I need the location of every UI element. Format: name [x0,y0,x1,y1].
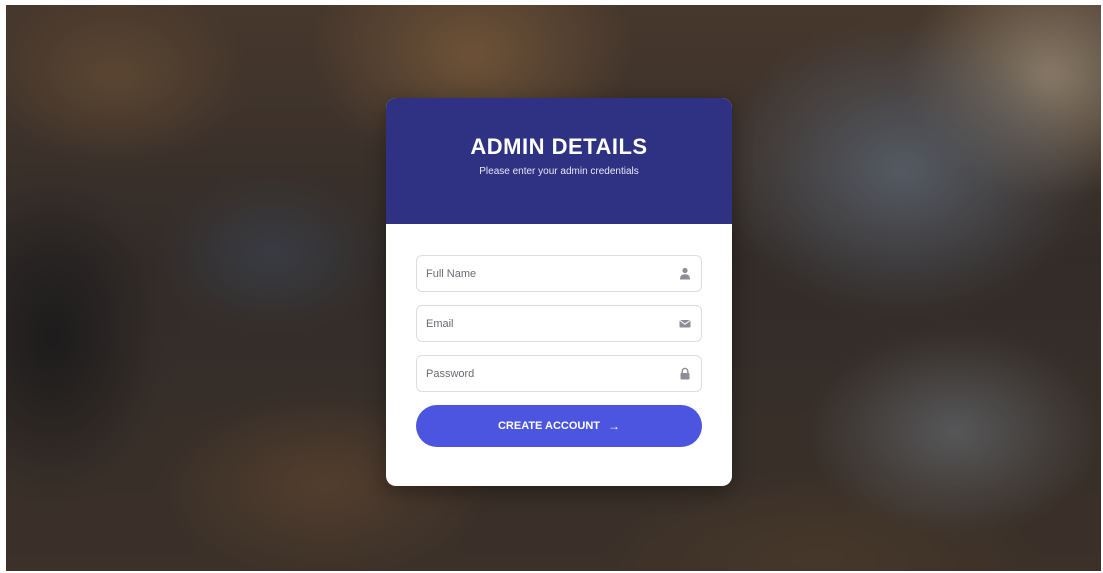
user-icon [680,267,690,280]
envelope-icon [679,319,691,328]
card-header: ADMIN DETAILS Please enter your admin cr… [386,98,732,224]
password-field[interactable] [416,355,702,392]
create-account-label: CREATE ACCOUNT [497,420,601,432]
form-subtitle: Please enter your admin credentials [479,166,639,177]
full-name-field[interactable] [416,255,702,292]
admin-details-card: ADMIN DETAILS Please enter your admin cr… [386,98,732,486]
email-field[interactable] [416,305,702,342]
full-name-input[interactable] [417,256,666,291]
form-title: ADMIN DETAILS [470,134,648,159]
password-input[interactable] [417,356,666,391]
arrow-right-icon: → [608,419,621,433]
create-account-button[interactable]: CREATE ACCOUNT → [416,405,702,447]
email-input[interactable] [417,306,666,341]
card-body: CREATE ACCOUNT → [386,224,732,447]
screen-frame: ADMIN DETAILS Please enter your admin cr… [6,5,1101,571]
lock-icon [680,367,690,380]
